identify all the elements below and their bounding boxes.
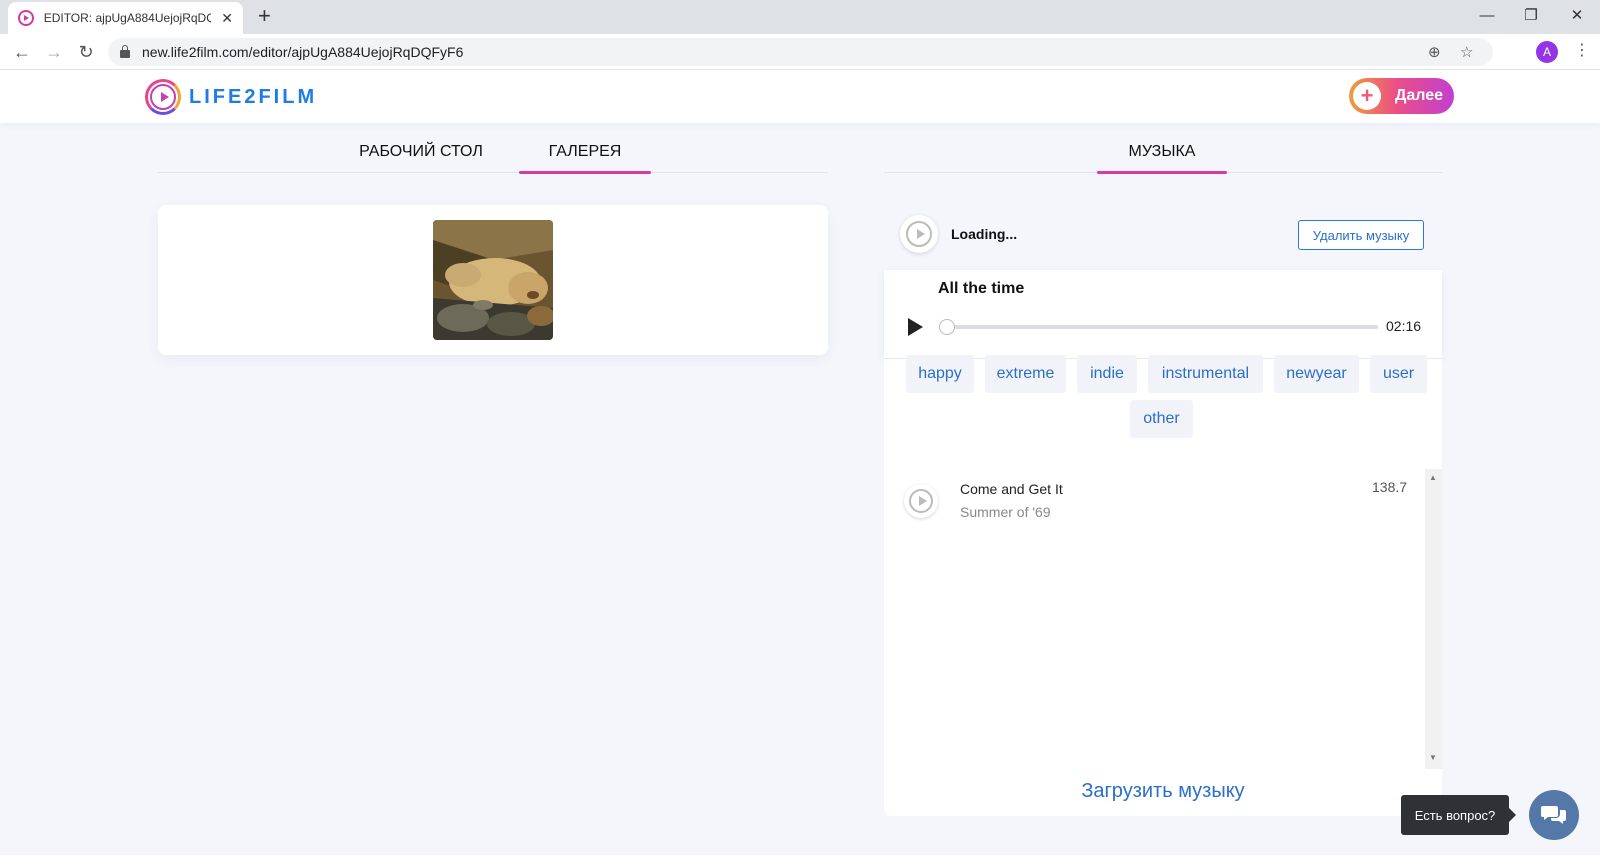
logo-play-icon [145,79,181,115]
track-value: 138.7 [1372,479,1408,495]
loading-text: Loading... [951,226,1018,242]
track-artist: Summer of '69 [960,504,1051,520]
scroll-up-icon[interactable]: ▲ [1429,473,1437,482]
close-tab-icon[interactable]: ✕ [221,10,233,27]
chat-tooltip: Есть вопрос? [1401,795,1516,835]
player-progress-bar[interactable] [939,319,1378,335]
site-header: LIFE2FILM + Далее [0,70,1600,123]
profile-avatar[interactable]: A [1536,41,1558,63]
browser-tab[interactable]: EDITOR: ajpUgA884UejojRqDQFyF6 ✕ [8,2,243,34]
url-text: new.life2film.com/editor/ajpUgA884UejojR… [142,44,464,60]
browser-tab-strip: EDITOR: ajpUgA884UejojRqDQFyF6 ✕ + — ❐ ✕ [0,0,1600,34]
chat-bubbles-icon [1541,806,1566,824]
music-tabs: МУЗЫКА [884,130,1442,174]
restore-icon[interactable]: ❐ [1508,0,1554,30]
life2film-logo[interactable]: LIFE2FILM [145,79,317,115]
browser-menu-icon[interactable]: ⋮ [1574,40,1590,60]
next-button[interactable]: + Далее [1349,78,1454,114]
browser-toolbar: ← → ↻ new.life2film.com/editor/ajpUgA884… [0,34,1600,70]
music-disc-icon [900,215,938,253]
track-row[interactable]: Come and Get It Summer of '69 138.7 [884,469,1424,529]
reload-icon[interactable]: ↻ [75,41,97,63]
genre-chip-other[interactable]: other [1130,400,1193,438]
tab-desktop[interactable]: РАБОЧИЙ СТОЛ [353,130,489,173]
tab-music[interactable]: МУЗЫКА [1097,130,1227,174]
back-arrow-icon[interactable]: ← [11,41,33,63]
genre-chip-user[interactable]: user [1370,355,1427,393]
player-duration: 02:16 [1386,318,1422,334]
play-icon[interactable] [908,318,923,336]
player-track-title: All the time [938,280,1025,297]
lion-photo-image [433,220,553,340]
next-button-label: Далее [1395,87,1444,104]
lock-icon [120,45,130,58]
genre-chip-happy[interactable]: happy [906,355,974,393]
gallery-photo-lion[interactable] [433,220,553,340]
genre-filter: happy extreme indie instrumental newyear… [884,355,1442,469]
bookmark-star-icon[interactable]: ☆ [1460,43,1473,61]
life2film-favicon-icon [18,10,34,26]
browser-tab-title: EDITOR: ajpUgA884UejojRqDQFyF6 [43,11,212,25]
minimize-icon[interactable]: — [1464,0,1510,30]
progress-handle[interactable] [939,319,955,335]
new-tab-icon[interactable]: + [258,5,271,27]
upload-music-link[interactable]: Загрузить музыку [884,780,1442,803]
current-music-row: Loading... Удалить музыку [900,215,1426,255]
genre-chip-extreme[interactable]: extreme [985,355,1066,393]
tab-gallery[interactable]: ГАЛЕРЕЯ [519,130,651,174]
audio-player: All the time 02:16 [884,270,1442,359]
track-list-scrollbar[interactable]: ▲ ▼ [1425,469,1442,769]
forward-arrow-icon[interactable]: → [43,41,65,63]
gallery-panel [158,205,828,355]
genre-chip-instrumental[interactable]: instrumental [1148,355,1263,393]
scroll-down-icon[interactable]: ▼ [1429,753,1437,762]
install-app-icon[interactable]: ⊕ [1428,43,1441,61]
genre-chip-newyear[interactable]: newyear [1274,355,1359,393]
track-list: Come and Get It Summer of '69 138.7 ▲ ▼ [884,469,1442,769]
close-window-icon[interactable]: ✕ [1554,0,1600,30]
logo-text: LIFE2FILM [189,85,318,108]
track-title: Come and Get It [960,481,1063,497]
track-play-icon[interactable] [904,484,938,518]
plus-icon: + [1353,82,1381,110]
upload-area: Загрузить музыку [884,769,1442,816]
left-tabs: РАБОЧИЙ СТОЛ ГАЛЕРЕЯ [158,130,828,174]
chat-button[interactable] [1529,790,1579,840]
genre-chip-indie[interactable]: indie [1077,355,1137,393]
delete-music-button[interactable]: Удалить музыку [1298,220,1424,250]
address-bar[interactable]: new.life2film.com/editor/ajpUgA884UejojR… [108,38,1493,66]
